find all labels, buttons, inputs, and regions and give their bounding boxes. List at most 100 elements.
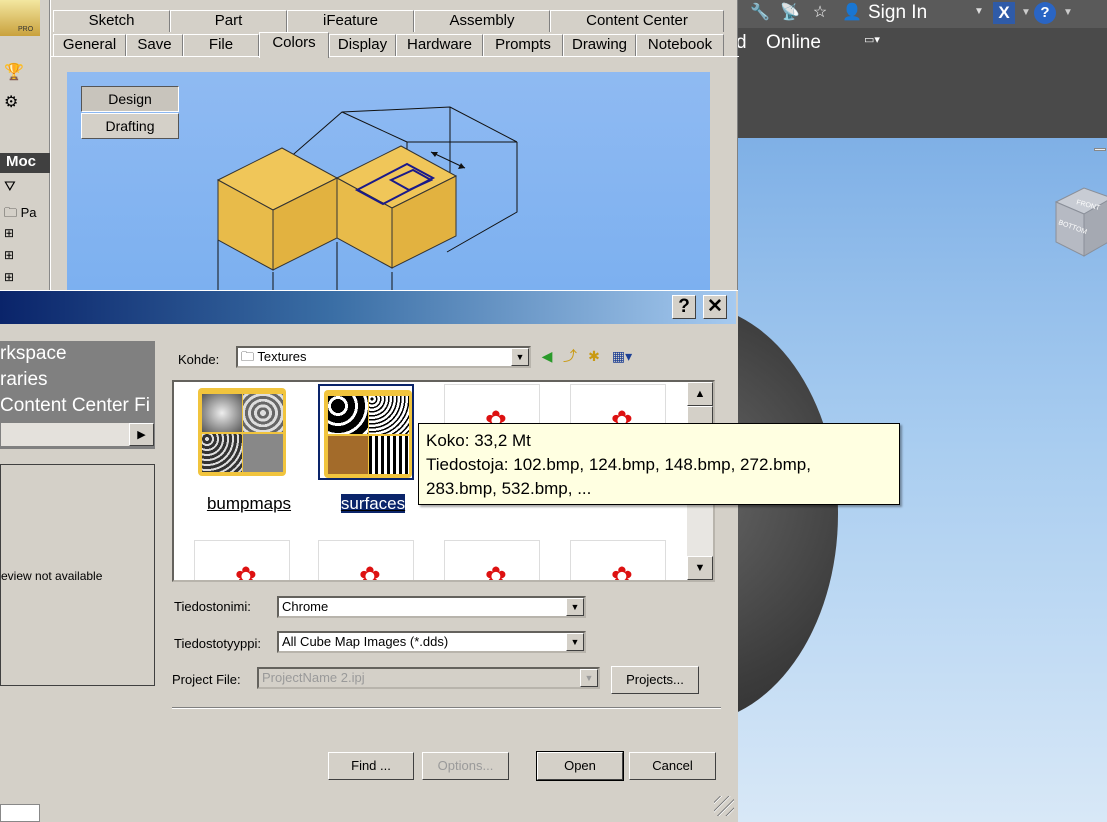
tab-save[interactable]: Save (126, 34, 183, 56)
tooltip-size-line: Koko: 33,2 Mt (426, 431, 531, 450)
chevron-down-icon[interactable]: ▼ (1016, 3, 1036, 23)
scroll-down-arrow-icon[interactable]: ▼ (687, 556, 713, 580)
tab-content-center[interactable]: Content Center (550, 10, 724, 32)
filter-icon[interactable]: ⛛ (4, 178, 16, 195)
inventor-pro-logo[interactable]: PRO (0, 0, 40, 36)
look-in-value: Textures (257, 349, 307, 364)
user-icon[interactable]: 👤 (842, 3, 862, 23)
filetype-dropdown[interactable]: All Cube Map Images (*.dds) ▼ (277, 631, 586, 653)
pro-logo-text: PRO (18, 26, 34, 33)
list-item[interactable]: ✿ (310, 540, 420, 582)
exchange-x-icon[interactable]: X (993, 2, 1015, 24)
design-button[interactable]: Design (81, 86, 179, 112)
tab-prompts[interactable]: Prompts (483, 34, 563, 56)
list-item[interactable]: ✿ (436, 540, 546, 582)
tab-ifeature[interactable]: iFeature (287, 10, 414, 32)
preview-unavailable-text: eview not available (1, 569, 103, 583)
tree-item[interactable]: 🗀 Pa (4, 204, 37, 226)
wrench-icon[interactable]: 🔧 (750, 3, 770, 23)
project-file-label: Project File: (172, 672, 241, 687)
chevron-down-icon[interactable]: ▼ (1058, 3, 1078, 23)
scroll-right-arrow-icon[interactable]: ▶ (129, 423, 154, 446)
folder-info-tooltip: Koko: 33,2 Mt Tiedostoja: 102.bmp, 124.b… (418, 423, 900, 505)
help-button[interactable]: ? (672, 295, 696, 319)
tab-hardware[interactable]: Hardware (396, 34, 483, 56)
chevron-down-icon[interactable]: ▼ (566, 633, 584, 651)
expand-icon[interactable]: ⊞ (4, 270, 14, 284)
open-button[interactable]: Open (536, 751, 624, 781)
viewcube-icon[interactable]: FRONT BOTTOM (1054, 184, 1107, 258)
status-strip (0, 804, 40, 822)
tab-colors[interactable]: Colors (259, 32, 329, 58)
options-button: Options... (422, 752, 509, 780)
chevron-down-icon[interactable]: ▼ (511, 348, 529, 366)
chevron-down-icon: ▼ (580, 669, 598, 687)
filename-input[interactable]: Chrome ▼ (277, 596, 586, 618)
color-scheme-preview: Design Drafting (67, 72, 710, 292)
star-icon[interactable]: ☆ (810, 3, 830, 23)
resize-grip-icon[interactable] (714, 796, 734, 816)
up-folder-icon[interactable]: ⤴ (561, 347, 579, 365)
tab-drawing[interactable]: Drawing (563, 34, 636, 56)
file-thumbnail: ✿ (318, 540, 414, 582)
close-button[interactable]: ✕ (703, 295, 727, 319)
location-workspace[interactable]: rkspace (0, 343, 67, 365)
dialog-title-bar[interactable]: ? ✕ (0, 291, 736, 324)
file-type-icon: ✿ (485, 561, 507, 582)
list-item[interactable]: surfaces (310, 384, 420, 534)
tab-divider (51, 56, 739, 58)
filetype-value: All Cube Map Images (*.dds) (282, 634, 449, 649)
tooltip-files-line-2: 283.bmp, 532.bmp, ... (426, 479, 592, 498)
location-content-center[interactable]: Content Center Fi (0, 395, 150, 417)
locations-hscrollbar[interactable]: ▶ (0, 422, 155, 447)
list-item[interactable]: ✿ (562, 540, 672, 580)
expand-icon[interactable]: ⊞ (4, 226, 14, 240)
app-title-bar: 🔧 📡 ☆ 👤 Sign In ▼ X ▼ ? ▼ (736, 0, 1107, 28)
tool-icon[interactable]: 🏆 (4, 62, 24, 82)
separator (172, 707, 721, 709)
file-thumbnail: ✿ (444, 540, 540, 582)
model-browser-header: Moc (0, 153, 50, 173)
tab-display[interactable]: Display (329, 34, 396, 56)
list-item[interactable]: bumpmaps (186, 384, 296, 534)
satellite-icon[interactable]: 📡 (780, 3, 800, 23)
view-menu-icon[interactable]: ▦▾ (608, 347, 636, 365)
tab-part[interactable]: Part (170, 10, 287, 32)
tree-item-label: Pa (20, 205, 37, 220)
tab-assembly[interactable]: Assembly (414, 10, 550, 32)
online-tab[interactable]: Online (766, 32, 821, 54)
minimize-icon[interactable] (1094, 148, 1106, 151)
tool-icon[interactable]: ⚙ (4, 92, 18, 112)
ribbon-panel: d Online ▭▾ (736, 28, 1107, 138)
projects-button[interactable]: Projects... (611, 666, 699, 694)
help-icon[interactable]: ? (1034, 2, 1056, 24)
find-button[interactable]: Find ... (328, 752, 414, 780)
scroll-up-arrow-icon[interactable]: ▲ (687, 382, 713, 406)
inventor-left-panel: PRO 🏆 ⚙ Moc ⛛ 🗀 Pa ⊞ ⊞ ⊞ (0, 0, 50, 290)
folder-icon (198, 388, 286, 476)
expand-icon[interactable]: ⊞ (4, 248, 14, 262)
cancel-button[interactable]: Cancel (629, 752, 716, 780)
sign-in-link[interactable]: Sign In (868, 2, 927, 24)
look-in-dropdown[interactable]: 🗀 Textures ▼ (236, 346, 531, 368)
location-libraries[interactable]: raries (0, 369, 48, 391)
folder-thumbnail (318, 384, 414, 480)
file-type-icon: ✿ (359, 561, 381, 582)
project-file-value: ProjectName 2.ipj (262, 670, 365, 685)
list-item[interactable]: ✿ (186, 540, 296, 580)
chevron-down-icon[interactable]: ▼ (566, 598, 584, 616)
folder-thumbnail (194, 384, 290, 480)
tab-notebook[interactable]: Notebook (636, 34, 724, 56)
tab-sketch[interactable]: Sketch (53, 10, 170, 32)
tab-file[interactable]: File (183, 34, 259, 56)
chevron-down-icon[interactable]: ▼ (974, 6, 984, 17)
open-file-dialog: ? ✕ rkspace raries Content Center Fi ▶ e… (0, 290, 738, 822)
tab-general[interactable]: General (53, 34, 126, 56)
file-name: bumpmaps (206, 494, 292, 513)
filename-label: Tiedostonimi: (174, 599, 251, 614)
drafting-button[interactable]: Drafting (81, 113, 179, 139)
folder-icon (324, 390, 412, 478)
ribbon-options-icon[interactable]: ▭▾ (864, 33, 898, 47)
back-icon[interactable]: ◀ (538, 347, 556, 365)
new-folder-icon[interactable]: ✱ (585, 347, 603, 365)
